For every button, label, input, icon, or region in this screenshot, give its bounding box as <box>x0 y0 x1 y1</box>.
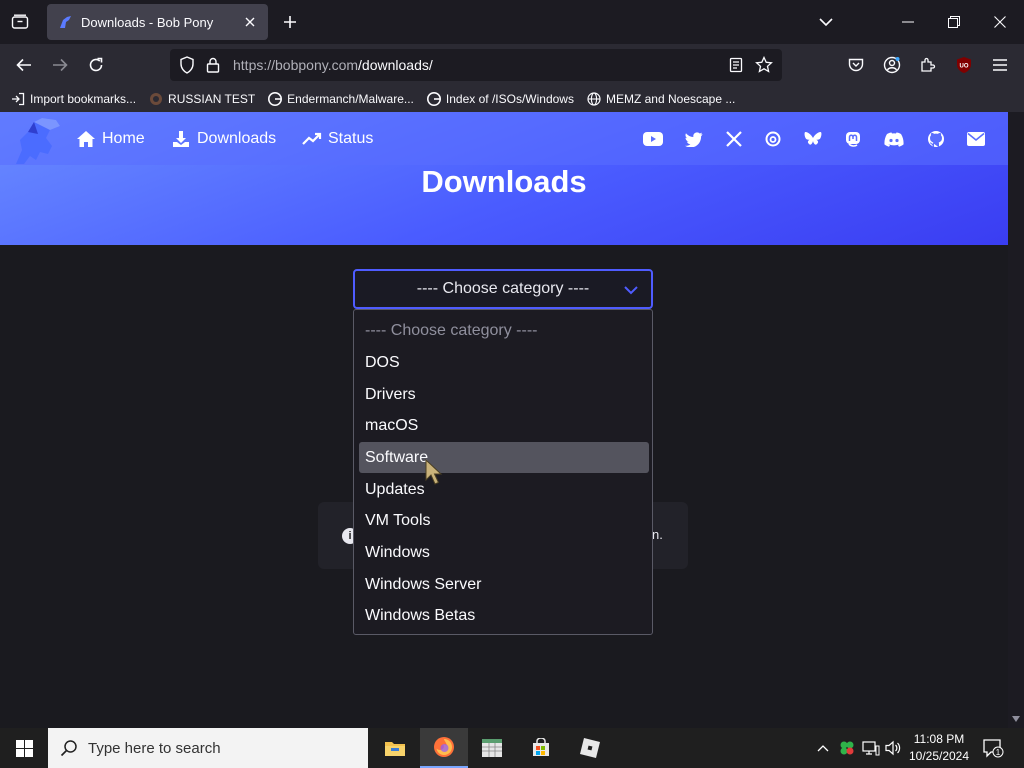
home-icon <box>76 130 96 148</box>
option-software[interactable]: Software <box>359 442 649 473</box>
discord-icon[interactable] <box>884 130 904 148</box>
download-icon <box>171 130 191 148</box>
search-icon <box>60 739 78 757</box>
google-icon <box>426 91 442 107</box>
nav-downloads[interactable]: Downloads <box>171 130 276 148</box>
tray-app-clover-icon[interactable] <box>838 739 856 757</box>
option-vm-tools[interactable]: VM Tools <box>359 505 649 536</box>
reader-view-icon[interactable] <box>727 56 745 74</box>
tab-strip: Downloads - Bob Pony <box>0 0 1024 44</box>
restore-icon[interactable] <box>931 6 977 38</box>
app-menu-icon[interactable] <box>988 53 1012 77</box>
bookmark-star-icon[interactable] <box>755 56 773 74</box>
account-icon[interactable] <box>880 53 904 77</box>
close-window-icon[interactable] <box>977 6 1023 38</box>
github-icon[interactable] <box>926 130 946 148</box>
option-updates[interactable]: Updates <box>359 474 649 505</box>
threads-icon[interactable] <box>763 130 783 148</box>
bobpony-logo[interactable] <box>12 116 64 166</box>
lock-icon[interactable] <box>204 56 222 74</box>
active-tab[interactable]: Downloads - Bob Pony <box>47 4 268 40</box>
hero-banner: Home Downloads Status Downloads <box>0 112 1008 245</box>
extensions-icon[interactable] <box>916 53 940 77</box>
taskbar-search-box[interactable]: Type here to search <box>48 728 368 768</box>
mouse-cursor-icon <box>423 458 445 488</box>
option-macos[interactable]: macOS <box>359 410 649 441</box>
navigation-toolbar: https://bobpony.com/downloads/ UO <box>0 44 1024 86</box>
notification-count: 1 <box>996 748 1001 757</box>
new-tab-icon[interactable] <box>278 10 302 34</box>
bobpony-favicon-icon <box>57 14 73 30</box>
mail-icon[interactable] <box>966 130 986 148</box>
bookmark-endermanch[interactable]: Endermanch/Malware... <box>267 91 414 107</box>
search-placeholder: Type here to search <box>88 739 221 757</box>
close-tab-icon[interactable] <box>242 14 258 30</box>
tab-list-icon[interactable] <box>8 10 32 34</box>
site-icon <box>148 91 164 107</box>
nav-status[interactable]: Status <box>302 130 373 148</box>
forward-icon[interactable] <box>48 53 72 77</box>
pocket-icon[interactable] <box>844 53 868 77</box>
category-select-value: ---- Choose category ---- <box>416 280 590 297</box>
clock-date: 10/25/2024 <box>908 749 970 763</box>
roblox-icon[interactable] <box>566 728 614 768</box>
option-drivers[interactable]: Drivers <box>359 379 649 410</box>
globe-icon <box>586 91 602 107</box>
url-bar[interactable]: https://bobpony.com/downloads/ <box>170 49 782 81</box>
minimize-icon[interactable] <box>885 6 931 38</box>
trend-icon <box>302 130 322 148</box>
windows-start-icon[interactable] <box>0 728 48 768</box>
category-select[interactable]: ---- Choose category ---- <box>353 269 653 309</box>
page-title: Downloads <box>421 164 587 199</box>
tracking-protection-shield-icon[interactable] <box>178 56 196 74</box>
youtube-icon[interactable] <box>643 130 663 148</box>
notification-center-icon[interactable]: 1 <box>982 738 1004 758</box>
network-icon[interactable] <box>862 739 880 757</box>
mastodon-icon[interactable] <box>843 130 863 148</box>
tab-title: Downloads - Bob Pony <box>81 14 214 30</box>
reload-icon[interactable] <box>84 53 108 77</box>
volume-icon[interactable] <box>884 739 902 757</box>
category-dropdown-list: ---- Choose category ---- DOS Drivers ma… <box>353 309 653 635</box>
option-windows[interactable]: Windows <box>359 537 649 568</box>
microsoft-store-icon[interactable] <box>517 728 565 768</box>
list-all-tabs-icon[interactable] <box>814 10 838 34</box>
notice-text: n. <box>652 527 663 542</box>
google-icon <box>267 91 283 107</box>
option-placeholder[interactable]: ---- Choose category ---- <box>359 315 649 346</box>
file-explorer-icon[interactable] <box>371 728 419 768</box>
chevron-down-icon <box>623 282 639 298</box>
clock-time: 11:08 PM <box>913 732 965 746</box>
bookmark-import[interactable]: Import bookmarks... <box>10 91 136 107</box>
spreadsheet-app-icon[interactable] <box>468 728 516 768</box>
show-hidden-icons-chevron-icon[interactable] <box>814 739 832 757</box>
web-page: Home Downloads Status Downloads ---- Cho… <box>0 112 1008 728</box>
import-icon <box>10 91 26 107</box>
back-icon[interactable] <box>12 53 36 77</box>
option-windows-server[interactable]: Windows Server <box>359 569 649 600</box>
option-windows-betas[interactable]: Windows Betas <box>359 600 649 631</box>
system-clock[interactable]: 11:08 PM 10/25/2024 <box>904 731 974 765</box>
twitter-icon[interactable] <box>684 130 704 148</box>
bookmarks-toolbar: Import bookmarks... RUSSIAN TEST Enderma… <box>0 86 1024 112</box>
x-icon[interactable] <box>724 130 744 148</box>
bookmark-memz[interactable]: MEMZ and Noescape ... <box>586 91 735 107</box>
svg-text:UO: UO <box>960 64 969 70</box>
option-dos[interactable]: DOS <box>359 347 649 378</box>
site-navbar: Home Downloads Status <box>0 112 1008 165</box>
firefox-icon[interactable] <box>420 728 468 768</box>
ublock-origin-icon[interactable]: UO <box>952 53 976 77</box>
page-scrollbar[interactable] <box>1008 112 1024 728</box>
windows-taskbar: Type here to search 11:08 PM 10/25/2024 … <box>0 728 1024 768</box>
url-text: https://bobpony.com/downloads/ <box>233 57 433 73</box>
bluesky-icon[interactable] <box>803 130 823 148</box>
nav-home[interactable]: Home <box>76 130 145 148</box>
bookmark-index-isos[interactable]: Index of /ISOs/Windows <box>426 91 574 107</box>
bookmark-russian-test[interactable]: RUSSIAN TEST <box>148 91 255 107</box>
